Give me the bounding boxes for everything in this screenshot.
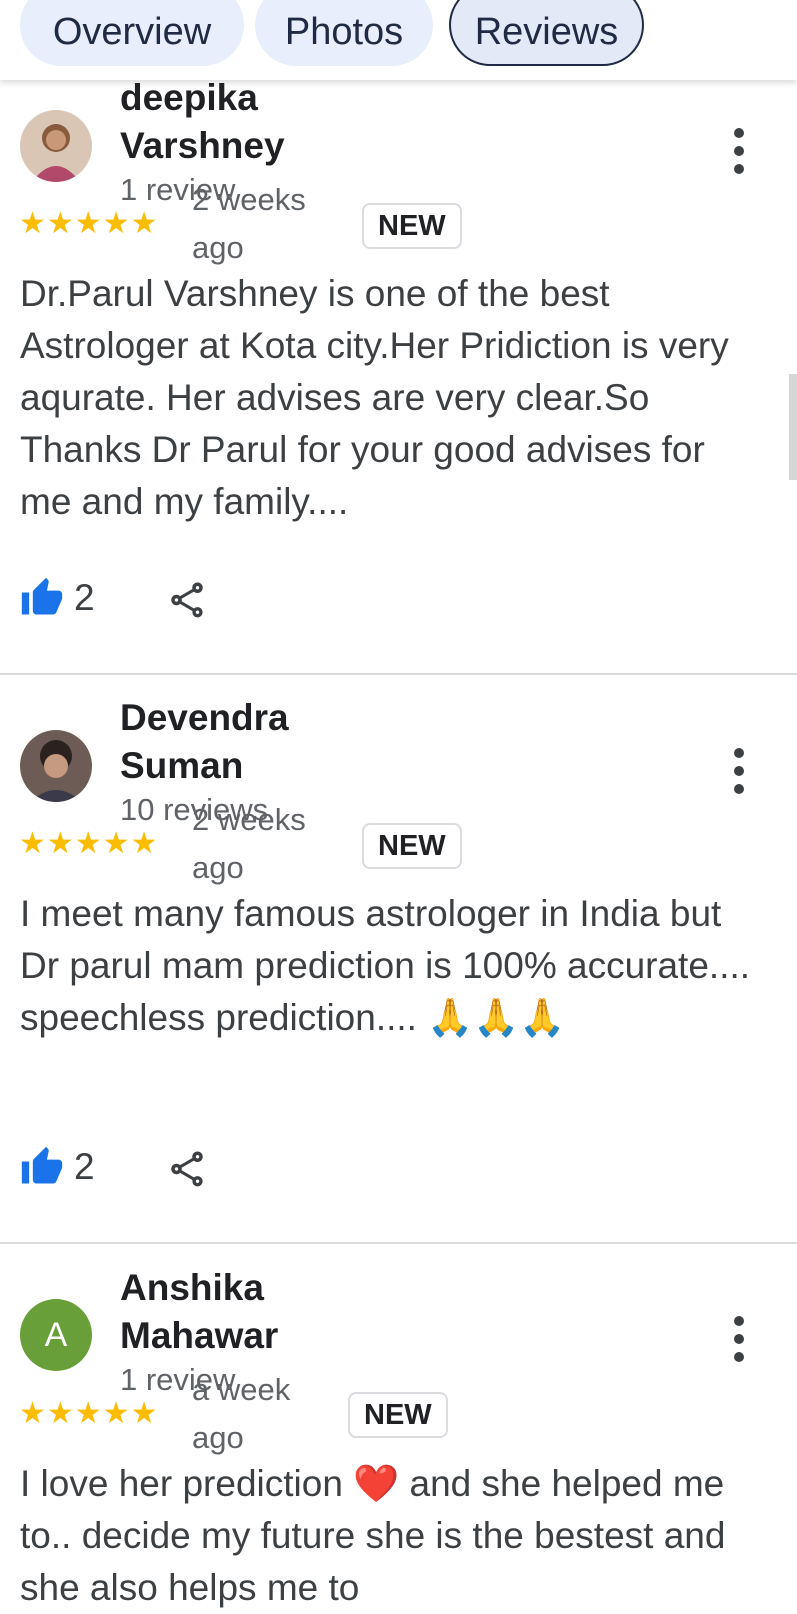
review-text: I love her prediction ❤️ and she helped … (20, 1463, 726, 1608)
divider (0, 1242, 797, 1244)
share-icon[interactable] (166, 1147, 208, 1191)
reviewer-name[interactable]: deepika Varshney (120, 74, 420, 170)
thumbs-up-icon[interactable] (20, 576, 64, 620)
share-icon[interactable] (166, 578, 208, 622)
like-count: 2 (74, 1146, 95, 1187)
new-badge: NEW (348, 1392, 448, 1438)
more-options-icon[interactable] (733, 748, 745, 802)
review-text: Dr.Parul Varshney is one of the best Ast… (20, 273, 729, 522)
avatar[interactable]: A (20, 1299, 92, 1371)
tab-photos[interactable]: Photos (255, 0, 433, 66)
thumbs-up-icon[interactable] (20, 1145, 64, 1189)
star-rating: ★★★★★ (19, 827, 159, 860)
review-time: a week ago (192, 1372, 291, 1455)
more-options-icon[interactable] (733, 128, 745, 182)
like-count: 2 (74, 577, 95, 618)
star-rating: ★★★★★ (19, 207, 159, 240)
tab-reviews[interactable]: Reviews (449, 0, 644, 66)
avatar[interactable] (20, 110, 92, 182)
tab-overview[interactable]: Overview (20, 0, 244, 66)
tab-bar: Overview Photos Reviews (0, 0, 797, 80)
profile-photo-icon (20, 110, 92, 182)
scrollbar[interactable] (789, 374, 797, 480)
new-badge: NEW (362, 823, 462, 869)
review-time: 2 weeks ago (192, 182, 306, 265)
more-options-icon[interactable] (733, 1316, 745, 1370)
reviewer-name[interactable]: Anshika Mahawar (120, 1264, 420, 1360)
star-rating: ★★★★★ (19, 1397, 159, 1430)
reviewer-name[interactable]: Devendra Suman (120, 694, 420, 790)
avatar[interactable] (20, 730, 92, 802)
divider (0, 673, 797, 675)
review-time: 2 weeks ago (192, 802, 306, 885)
new-badge: NEW (362, 203, 462, 249)
review-text: I meet many famous astrologer in India b… (20, 893, 751, 1038)
profile-photo-icon (20, 730, 92, 802)
